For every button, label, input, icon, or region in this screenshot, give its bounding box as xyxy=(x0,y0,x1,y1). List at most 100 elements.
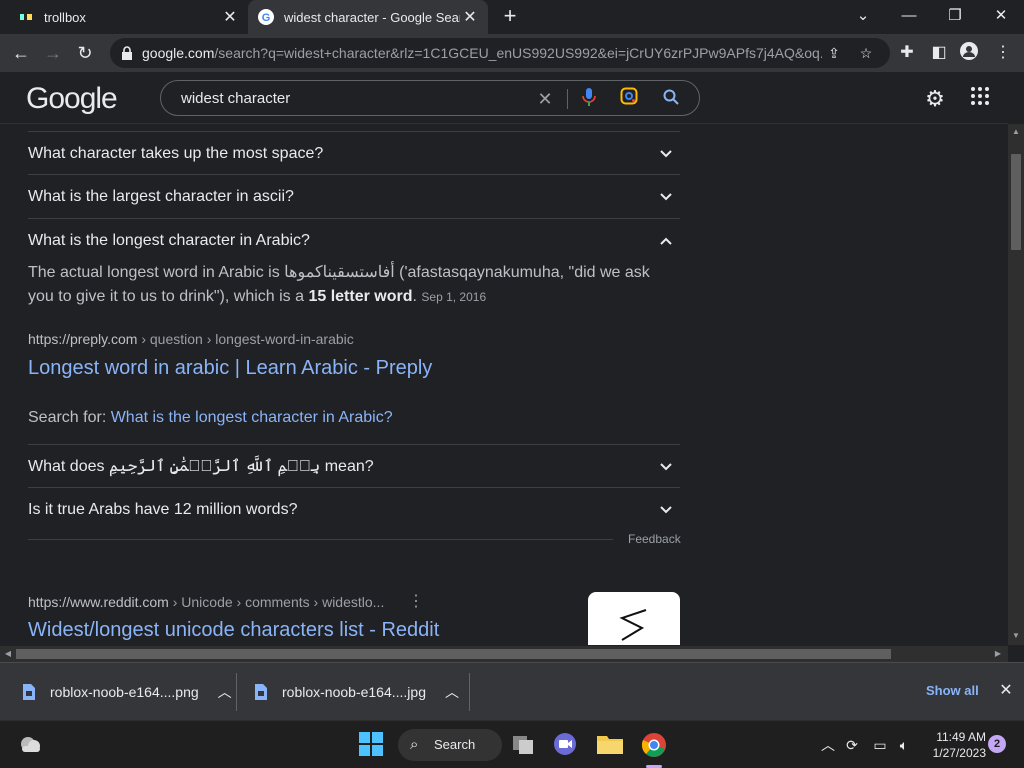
result-title-link[interactable]: Widest/longest unicode characters list -… xyxy=(28,619,439,642)
file-icon xyxy=(23,684,35,700)
chevron-down-icon xyxy=(660,193,672,201)
close-download-bar-icon[interactable]: ✕ xyxy=(996,681,1016,701)
paa-answer-text: The actual longest word in Arabic is أفا… xyxy=(28,264,650,305)
reload-icon[interactable]: ↻ xyxy=(72,40,98,66)
lock-icon xyxy=(122,46,132,60)
windows-taskbar: ⌕ Search ︿ ⟳ ▭ 🔈︎ 11:49 AM 1/27/2023 2 xyxy=(0,720,1024,768)
horizontal-scrollbar[interactable]: ◀ ▶ xyxy=(0,646,1008,662)
volume-icon[interactable]: 🔈︎ xyxy=(894,735,914,755)
paa-question-row[interactable]: What does بِسۡمِ ٱللَّهِ ٱلرَّحۡمَٰنِ ٱل… xyxy=(28,444,680,488)
scroll-down-arrow-icon[interactable]: ▼ xyxy=(1010,630,1022,642)
answer-source-link[interactable]: Longest word in arabic | Learn Arabic - … xyxy=(28,357,432,380)
chevron-up-icon xyxy=(660,237,672,245)
browser-menu-icon[interactable]: ⋮ xyxy=(992,42,1014,64)
tab-google-search[interactable]: G widest character - Google Search ✕ xyxy=(248,0,488,34)
paa-question: What is the longest character in Arabic? xyxy=(28,232,310,249)
search-box[interactable]: widest character ✕ xyxy=(160,80,700,116)
download-separator xyxy=(469,673,470,711)
close-tab-icon[interactable]: ✕ xyxy=(220,7,240,27)
paa-question-row[interactable]: Is it true Arabs have 12 million words? xyxy=(28,488,680,532)
scroll-up-arrow-icon[interactable]: ▲ xyxy=(1010,126,1022,138)
download-filename: roblox-noob-e164....jpg xyxy=(282,684,426,700)
vertical-scroll-thumb[interactable] xyxy=(1011,154,1021,250)
extensions-puzzle-icon[interactable]: ✚ xyxy=(896,42,918,64)
forward-arrow-icon[interactable]: → xyxy=(40,40,66,66)
scroll-left-arrow-icon[interactable]: ◀ xyxy=(2,648,14,660)
search-results: What character takes up the most space? … xyxy=(0,125,1008,645)
settings-gear-icon[interactable]: ⚙ xyxy=(922,86,948,112)
paa-question: What does بِسۡمِ ٱللَّهِ ٱلرَّحۡمَٰنِ ٱل… xyxy=(28,458,374,475)
tray-overflow-chevron-icon[interactable]: ︿ xyxy=(818,735,838,755)
lens-camera-icon[interactable] xyxy=(617,87,641,111)
download-item[interactable]: roblox-noob-e164....jpg ︿ xyxy=(254,671,460,713)
back-arrow-icon[interactable]: ← xyxy=(8,40,34,66)
chevron-up-icon[interactable]: ︿ xyxy=(217,682,233,702)
clock-date: 1/27/2023 xyxy=(932,746,986,760)
answer-date: Sep 1, 2016 xyxy=(421,290,487,304)
bookmark-star-icon[interactable]: ☆ xyxy=(856,43,876,63)
scroll-right-arrow-icon[interactable]: ▶ xyxy=(992,648,1004,660)
paa-question-row-expanded[interactable]: What is the longest character in Arabic? xyxy=(28,219,680,263)
feedback-link[interactable]: Feedback xyxy=(628,532,681,546)
close-tab-icon[interactable]: ✕ xyxy=(460,7,480,27)
vertical-scrollbar[interactable]: ▲ ▼ xyxy=(1008,124,1024,645)
network-monitor-icon[interactable]: ▭ xyxy=(870,735,890,755)
task-view-icon[interactable] xyxy=(510,731,538,759)
address-bar[interactable]: google.com/search?q=widest+character&rlz… xyxy=(110,38,890,68)
chevron-down-icon xyxy=(660,150,672,158)
search-for-link[interactable]: What is the longest character in Arabic? xyxy=(111,409,393,426)
download-filename: roblox-noob-e164....png xyxy=(50,684,199,700)
close-window-icon[interactable]: ✕ xyxy=(986,4,1016,28)
minimize-icon[interactable]: — xyxy=(894,4,924,28)
search-icon: ⌕ xyxy=(410,736,419,753)
side-panel-icon[interactable]: ◧ xyxy=(928,42,950,64)
search-input[interactable]: widest character xyxy=(181,81,290,117)
tab-title: trollbox xyxy=(44,9,86,25)
result-thumbnail[interactable] xyxy=(588,592,680,645)
restore-icon[interactable]: ❐ xyxy=(940,4,970,28)
profile-icon[interactable] xyxy=(958,42,980,64)
clock-time: 11:49 AM xyxy=(936,730,986,744)
horizontal-scroll-thumb[interactable] xyxy=(16,649,891,659)
chevron-down-icon xyxy=(660,463,672,471)
file-explorer-icon[interactable] xyxy=(596,731,624,759)
chevron-up-icon[interactable]: ︿ xyxy=(444,682,460,702)
share-icon[interactable]: ⇪ xyxy=(824,43,844,63)
chevron-down-icon xyxy=(660,506,672,514)
weather-cloud-icon[interactable] xyxy=(16,731,44,759)
search-divider xyxy=(567,89,568,109)
new-tab-icon[interactable]: + xyxy=(498,4,522,28)
tab-trollbox[interactable]: trollbox ✕ xyxy=(8,0,248,34)
search-submit-icon[interactable] xyxy=(659,87,683,111)
google-apps-grid-icon[interactable] xyxy=(970,86,992,108)
arabic-word: أفاستسقيناكموها xyxy=(284,264,395,281)
search-for-suggestion: Search for: What is the longest characte… xyxy=(28,409,393,426)
chat-camera-icon[interactable] xyxy=(552,731,580,759)
browser-toolbar: ← → ↻ google.com/search?q=widest+charact… xyxy=(0,34,1024,72)
tab-search-chevron-icon[interactable]: ⌄ xyxy=(848,4,878,28)
voice-search-icon[interactable] xyxy=(577,87,601,111)
result-more-options-icon[interactable]: ⋮ xyxy=(408,594,424,610)
show-all-downloads-button[interactable]: Show all xyxy=(926,683,979,698)
tab-title: widest character - Google Search xyxy=(284,9,460,25)
paa-question-row[interactable]: What is the largest character in ascii? xyxy=(28,175,680,219)
google-logo[interactable]: Google xyxy=(26,82,118,116)
answer-source-citation: https://preply.com › question › longest-… xyxy=(28,331,354,347)
paa-question-row[interactable]: What character takes up the most space? xyxy=(28,131,680,175)
svg-text:G: G xyxy=(262,12,271,24)
notification-badge[interactable]: 2 xyxy=(988,735,1006,753)
download-item[interactable]: roblox-noob-e164....png ︿ xyxy=(22,671,233,713)
sync-icon[interactable]: ⟳ xyxy=(842,735,862,755)
url-text: google.com/search?q=widest+character&rlz… xyxy=(142,45,822,61)
google-favicon-icon: G xyxy=(258,9,274,25)
result-citation: https://www.reddit.com › Unicode › comme… xyxy=(28,594,385,610)
taskbar-search-button[interactable]: ⌕ Search xyxy=(398,729,502,761)
google-header: Google widest character ✕ ⚙ xyxy=(0,72,1008,124)
feedback-divider xyxy=(28,539,613,540)
windows-start-icon[interactable] xyxy=(358,731,386,759)
clear-search-icon[interactable]: ✕ xyxy=(533,87,557,111)
paa-question: What character takes up the most space? xyxy=(28,145,324,162)
chrome-icon[interactable] xyxy=(640,731,668,759)
taskbar-clock[interactable]: 11:49 AM 1/27/2023 xyxy=(920,729,986,761)
tab-strip: trollbox ✕ G widest character - Google S… xyxy=(0,0,1024,34)
